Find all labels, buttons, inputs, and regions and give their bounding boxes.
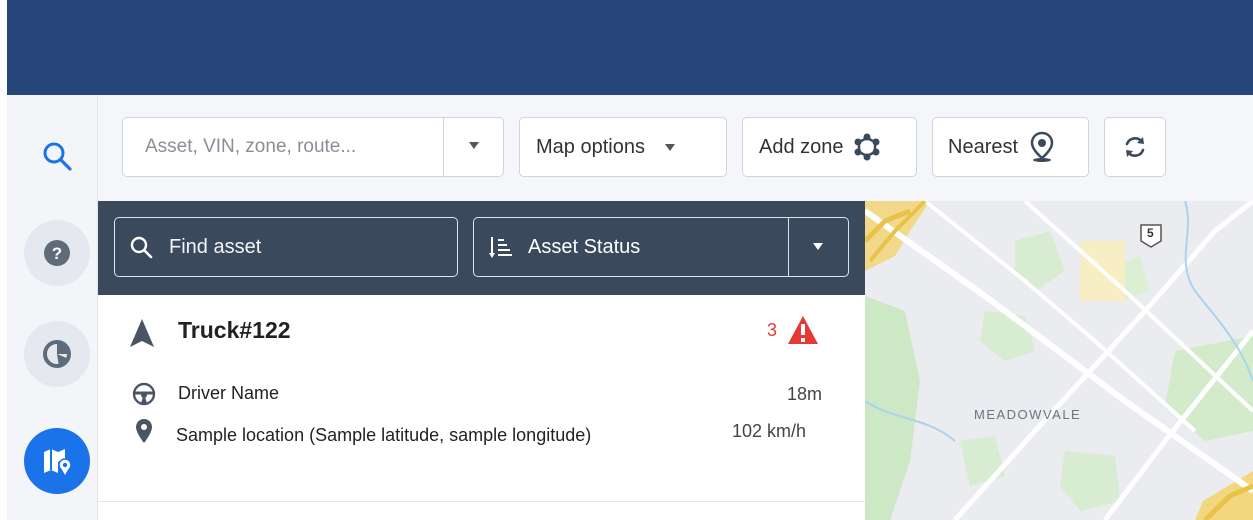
nearest-button[interactable]: Nearest xyxy=(932,117,1089,177)
chevron-down-icon xyxy=(664,143,675,151)
asset-search-combobox[interactable] xyxy=(122,117,504,177)
sort-icon xyxy=(489,237,512,258)
map-canvas xyxy=(865,201,1253,520)
reports-icon xyxy=(43,340,71,368)
add-zone-button[interactable]: Add zone xyxy=(742,117,917,177)
chevron-down-icon[interactable] xyxy=(813,243,823,250)
left-edge xyxy=(0,0,7,520)
refresh-icon xyxy=(1125,137,1145,157)
nav-help-button[interactable]: ? xyxy=(24,220,90,286)
asset-status-label: Asset Status xyxy=(528,235,641,258)
map-area-label: MEADOWVALE xyxy=(974,407,1082,422)
chevron-down-icon[interactable] xyxy=(469,142,479,149)
search-divider xyxy=(443,118,444,176)
location-pin-icon xyxy=(1030,131,1054,162)
nav-search-button[interactable] xyxy=(24,123,90,189)
driver-name: Driver Name xyxy=(178,383,280,403)
map-icon xyxy=(44,449,72,475)
asset-list-item[interactable]: Truck#122 3 Driver Name 18m Sample locat… xyxy=(98,295,865,502)
asset-name: Truck#122 xyxy=(178,317,291,343)
search-icon xyxy=(43,142,72,171)
asset-status-sort-select[interactable]: Asset Status xyxy=(473,217,849,277)
asset-location: Sample location (Sample latitude, sample… xyxy=(176,425,592,445)
steering-wheel-icon xyxy=(132,382,156,406)
asset-speed: 102 km/h xyxy=(732,421,807,441)
alert-count: 3 xyxy=(767,320,778,340)
asset-search-input[interactable] xyxy=(143,135,437,159)
map-options-dropdown[interactable]: Map options xyxy=(519,117,727,177)
trip-duration: 18m xyxy=(787,384,823,404)
navigation-arrow-icon xyxy=(130,319,154,347)
location-pin-icon xyxy=(136,419,152,443)
zone-icon xyxy=(854,133,880,161)
alert-warning-icon[interactable] xyxy=(787,315,819,345)
nearest-label: Nearest xyxy=(948,135,1019,158)
refresh-button[interactable] xyxy=(1104,117,1166,177)
map-view[interactable]: 5 MEADOWVALE xyxy=(865,201,1253,520)
nav-reports-button[interactable] xyxy=(24,321,90,387)
svg-text:?: ? xyxy=(52,244,62,263)
add-zone-label: Add zone xyxy=(759,135,844,158)
nav-map-button[interactable] xyxy=(24,428,90,494)
find-asset-field[interactable] xyxy=(114,217,458,277)
find-asset-input[interactable] xyxy=(167,234,441,260)
top-header-bar xyxy=(7,0,1253,95)
sidebar: ? xyxy=(7,95,98,520)
highway-shield-number: 5 xyxy=(1147,226,1154,240)
search-icon xyxy=(130,236,153,259)
help-icon: ? xyxy=(44,240,70,266)
map-options-label: Map options xyxy=(536,135,645,158)
status-divider xyxy=(788,218,789,276)
